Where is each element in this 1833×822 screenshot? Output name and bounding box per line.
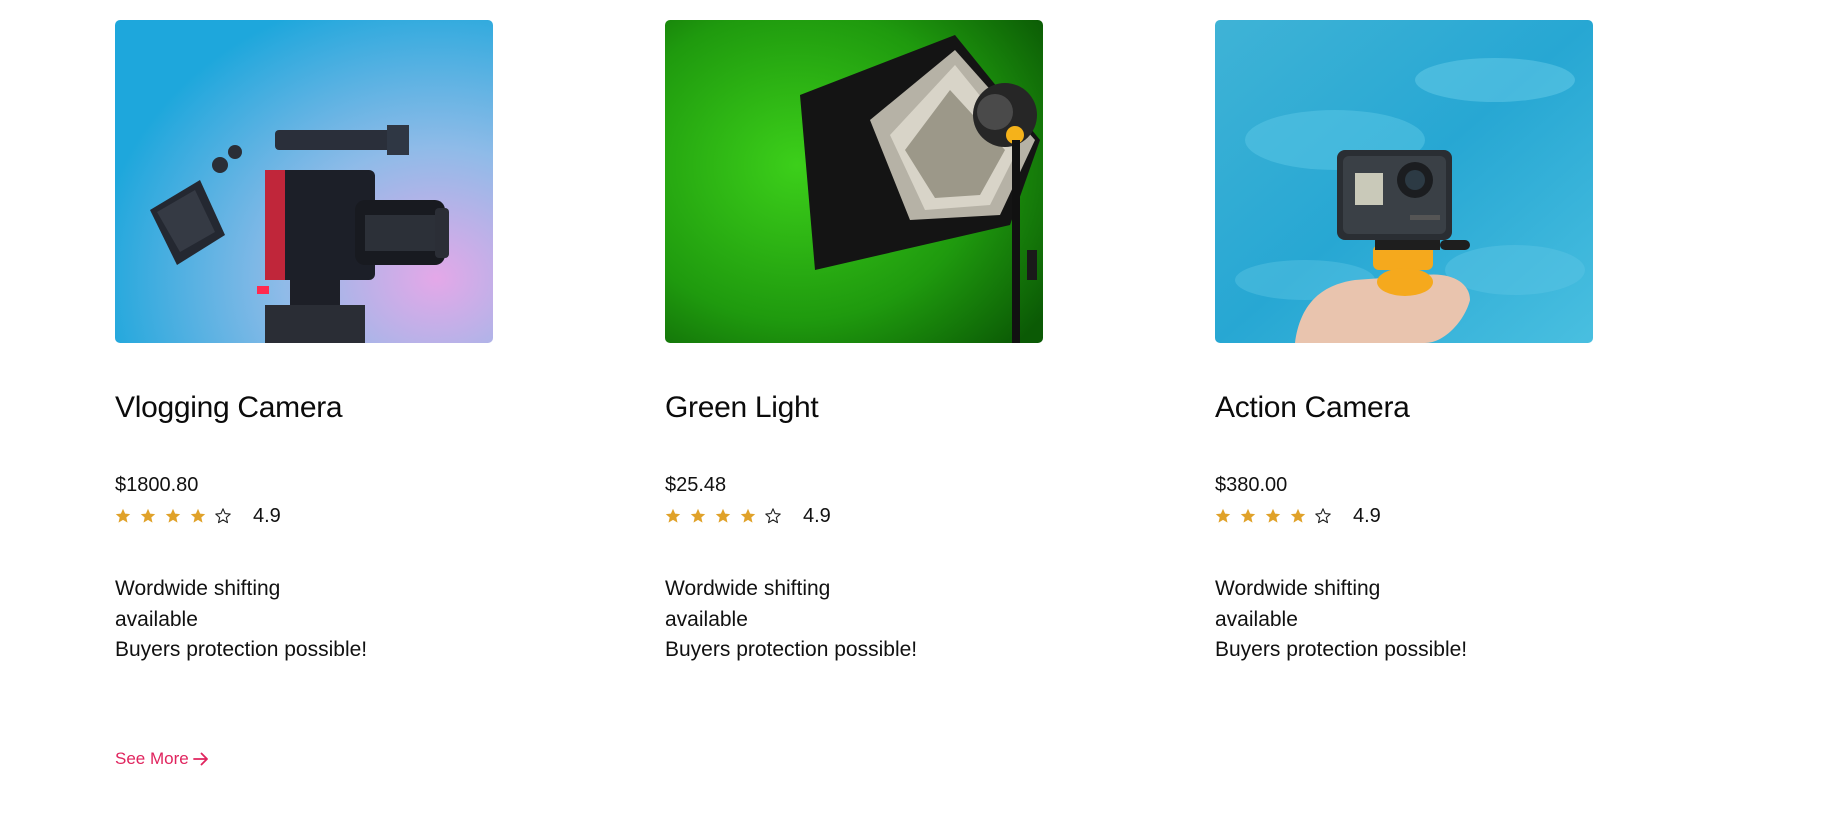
product-price: $380.00 xyxy=(1215,474,1288,496)
star-empty-icon xyxy=(215,508,231,524)
product-card[interactable]: Green Light $25.48 4.9 Wordwide shifting… xyxy=(665,20,1085,661)
product-features: Wordwide shifting available Buyers prote… xyxy=(665,574,917,666)
product-price: $1800.80 xyxy=(115,474,199,496)
shipping-info: Wordwide shifting available xyxy=(1215,577,1381,631)
green-light-image[interactable] xyxy=(665,20,1043,343)
product-title[interactable]: Vlogging Camera xyxy=(115,391,343,425)
star-filled-icon xyxy=(140,508,156,523)
star-filled-icon xyxy=(1215,508,1231,523)
protection-info: Buyers protection possible! xyxy=(115,638,368,661)
see-more-link[interactable]: See More xyxy=(115,749,209,769)
star-filled-icon xyxy=(190,508,206,523)
star-rating xyxy=(115,508,231,524)
star-filled-icon xyxy=(1290,508,1306,523)
product-price: $25.48 xyxy=(665,474,727,496)
action-camera-image[interactable] xyxy=(1215,20,1593,343)
product-rating: 4.9 xyxy=(665,502,831,530)
protection-info: Buyers protection possible! xyxy=(1215,638,1468,661)
product-card[interactable]: Action Camera $380.00 4.9 Wordwide shift… xyxy=(1215,20,1635,661)
star-filled-icon xyxy=(1265,508,1281,523)
star-empty-icon xyxy=(1315,508,1331,524)
vlogging-camera-image[interactable] xyxy=(115,20,493,343)
star-filled-icon xyxy=(165,508,181,523)
product-rating: 4.9 xyxy=(115,502,281,530)
rating-value: 4.9 xyxy=(253,504,281,527)
star-filled-icon xyxy=(1240,508,1256,523)
star-rating xyxy=(1215,508,1331,524)
star-empty-icon xyxy=(765,508,781,524)
shipping-info: Wordwide shifting available xyxy=(115,577,281,631)
rating-value: 4.9 xyxy=(803,504,831,527)
product-title[interactable]: Green Light xyxy=(665,391,819,425)
product-title[interactable]: Action Camera xyxy=(1215,391,1410,425)
product-rating: 4.9 xyxy=(1215,502,1381,530)
protection-info: Buyers protection possible! xyxy=(665,638,918,661)
product-features: Wordwide shifting available Buyers prote… xyxy=(115,574,367,666)
star-filled-icon xyxy=(690,508,706,523)
product-features: Wordwide shifting available Buyers prote… xyxy=(1215,574,1467,666)
star-filled-icon xyxy=(715,508,731,523)
product-section: Vlogging Camera $1800.80 4.9 Wordwide sh… xyxy=(0,0,1833,822)
rating-value: 4.9 xyxy=(1353,504,1381,527)
see-more-label: See More xyxy=(115,749,189,768)
star-rating xyxy=(665,508,781,524)
product-card[interactable]: Vlogging Camera $1800.80 4.9 Wordwide sh… xyxy=(115,20,535,661)
shipping-info: Wordwide shifting available xyxy=(665,577,831,631)
star-filled-icon xyxy=(740,508,756,523)
arrow-right-icon xyxy=(192,752,209,766)
star-filled-icon xyxy=(115,508,131,523)
star-filled-icon xyxy=(665,508,681,523)
